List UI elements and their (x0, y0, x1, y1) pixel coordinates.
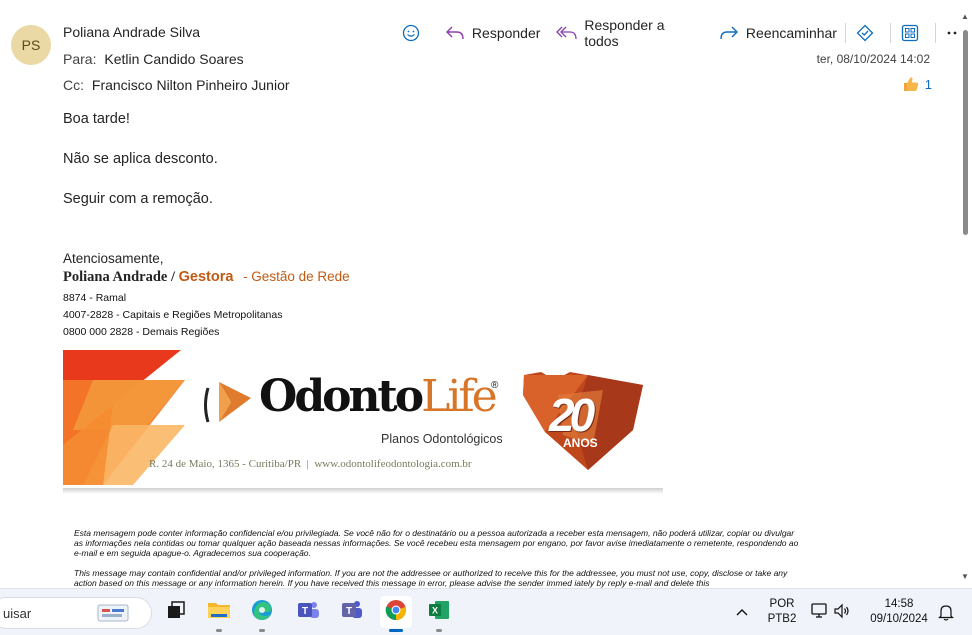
avatar[interactable]: PS (11, 25, 51, 65)
show-hidden-icons-chevron-icon[interactable] (736, 604, 748, 622)
teams-icon: T (296, 598, 320, 627)
cc-line: Cc: Francisco Nilton Pinheiro Junior (63, 77, 290, 93)
chrome-icon (384, 598, 408, 627)
clock-time: 14:58 (884, 598, 914, 610)
signature-phone-extension: 8874 - Ramal (63, 292, 127, 304)
forward-label: Reencaminhar (745, 25, 837, 41)
cc-label: Cc: (63, 77, 84, 93)
taskbar-teams[interactable]: T (292, 596, 324, 628)
scroll-down-icon[interactable]: ▼ (961, 572, 969, 581)
taskbar-file-explorer[interactable] (203, 596, 235, 632)
signature-name-line: Poliana Andrade / Gestora - Gestão de Re… (63, 269, 350, 286)
taskbar-clock[interactable]: 14:58 09/10/2024 (862, 597, 936, 627)
logo-wordmark: OdontoLife (259, 371, 498, 422)
toolbar-divider (889, 23, 891, 43)
taskbar-task-view[interactable] (160, 596, 192, 628)
svg-text:T: T (346, 606, 352, 617)
reaction-badge[interactable]: 1 (902, 75, 932, 93)
notification-bell-icon[interactable] (938, 603, 954, 626)
edge-icon (250, 598, 274, 627)
company-banner: OdontoLife ® Planos Odontológicos R. 24 … (63, 350, 663, 500)
signature-role: Gestora (178, 269, 234, 285)
disclaimer-portuguese: Esta mensagem pode conter informação con… (74, 528, 799, 558)
taskbar-excel[interactable]: X (423, 596, 455, 632)
search-text: uisar (3, 605, 32, 621)
logo-tagline: Planos Odontológicos (381, 432, 503, 446)
reply-label: Responder (471, 25, 541, 41)
thumbs-up-icon (902, 75, 920, 93)
reply-arrow-icon (444, 22, 466, 44)
excel-icon: X (427, 598, 451, 627)
message-toolbar: Responder Responder a todos Reencaminhar (400, 17, 972, 49)
volume-icon[interactable] (833, 602, 851, 625)
disclaimer-english: This message may contain confidential an… (74, 568, 788, 588)
running-indicator (436, 629, 442, 632)
diamond-sparkle-icon (854, 22, 876, 44)
forward-button[interactable]: Reencaminhar (718, 20, 837, 46)
scroll-up-icon[interactable]: ▲ (961, 12, 969, 21)
reading-pane: PS Poliana Andrade Silva Para: Ketlin Ca… (0, 0, 972, 588)
vertical-scrollbar[interactable]: ▲ ▼ (958, 12, 972, 588)
folder-icon (207, 599, 231, 626)
input-language[interactable]: POR PTB2 (766, 597, 798, 627)
language-code: POR (769, 598, 795, 610)
banner-address: R. 24 de Maio, 1365 - Curitiba/PR | www.… (149, 458, 472, 470)
signature-phone-capitals: 4007-2828 - Capitais e Regiões Metropoli… (63, 309, 283, 321)
taskbar-chrome[interactable] (380, 596, 412, 632)
message-timestamp: ter, 08/10/2024 14:02 (816, 52, 930, 66)
emoji-react-button[interactable] (400, 20, 428, 46)
to-line: Para: Ketlin Candido Soares (63, 51, 244, 67)
network-icon[interactable] (810, 602, 828, 625)
keyboard-layout: PTB2 (767, 613, 797, 625)
logo-life: Life (421, 371, 498, 422)
running-indicator (216, 629, 222, 632)
running-indicator (259, 629, 265, 632)
reply-all-arrow-icon (556, 22, 578, 44)
forward-arrow-icon (718, 22, 740, 44)
taskbar-search-box[interactable]: uisar (0, 597, 152, 629)
windows-taskbar: uisar T T X POR PTB2 14:58 09/10/2024 (0, 588, 972, 635)
active-indicator (389, 629, 403, 632)
to-label: Para: (63, 51, 97, 67)
anniversary-word: ANOS (563, 436, 598, 450)
toolbar-divider (934, 23, 936, 43)
body-paragraph: Boa tarde! (63, 111, 130, 127)
signature-department: - Gestão de Rede (243, 269, 350, 284)
body-paragraph: Não se aplica desconto. (63, 151, 218, 167)
reply-all-button[interactable]: Responder a todos (556, 17, 702, 49)
logo-registered-mark: ® (491, 380, 499, 391)
search-highlight-icon (96, 603, 130, 628)
reaction-count: 1 (924, 76, 932, 92)
logo-odonto: Odonto (259, 371, 424, 422)
sender-name[interactable]: Poliana Andrade Silva (63, 24, 200, 40)
grid-apps-icon (899, 22, 921, 44)
signature-phone-other: 0800 000 2828 - Demais Regiões (63, 326, 220, 338)
signature-name: Poliana Andrade / (63, 269, 175, 285)
teams-work-icon: T (340, 598, 364, 627)
body-paragraph: Seguir com a remoção. (63, 191, 213, 207)
reply-button[interactable]: Responder (444, 20, 541, 46)
toolbar-divider (844, 23, 846, 43)
taskbar-edge[interactable] (246, 596, 278, 632)
to-recipient[interactable]: Ketlin Candido Soares (104, 51, 243, 67)
cc-recipient[interactable]: Francisco Nilton Pinheiro Junior (92, 77, 290, 93)
scrollbar-thumb[interactable] (963, 30, 968, 235)
apps-button[interactable] (899, 20, 927, 46)
task-view-icon (165, 599, 187, 626)
copilot-button[interactable] (854, 20, 882, 46)
svg-text:X: X (432, 605, 438, 615)
reply-all-label: Responder a todos (584, 17, 665, 49)
taskbar-teams-work[interactable]: T (336, 596, 368, 628)
anniversary-number: 20 (549, 389, 595, 441)
signature-closing: Atenciosamente, (63, 251, 164, 266)
smiley-icon (400, 22, 422, 44)
clock-date: 09/10/2024 (870, 613, 928, 625)
svg-text:T: T (302, 606, 308, 617)
